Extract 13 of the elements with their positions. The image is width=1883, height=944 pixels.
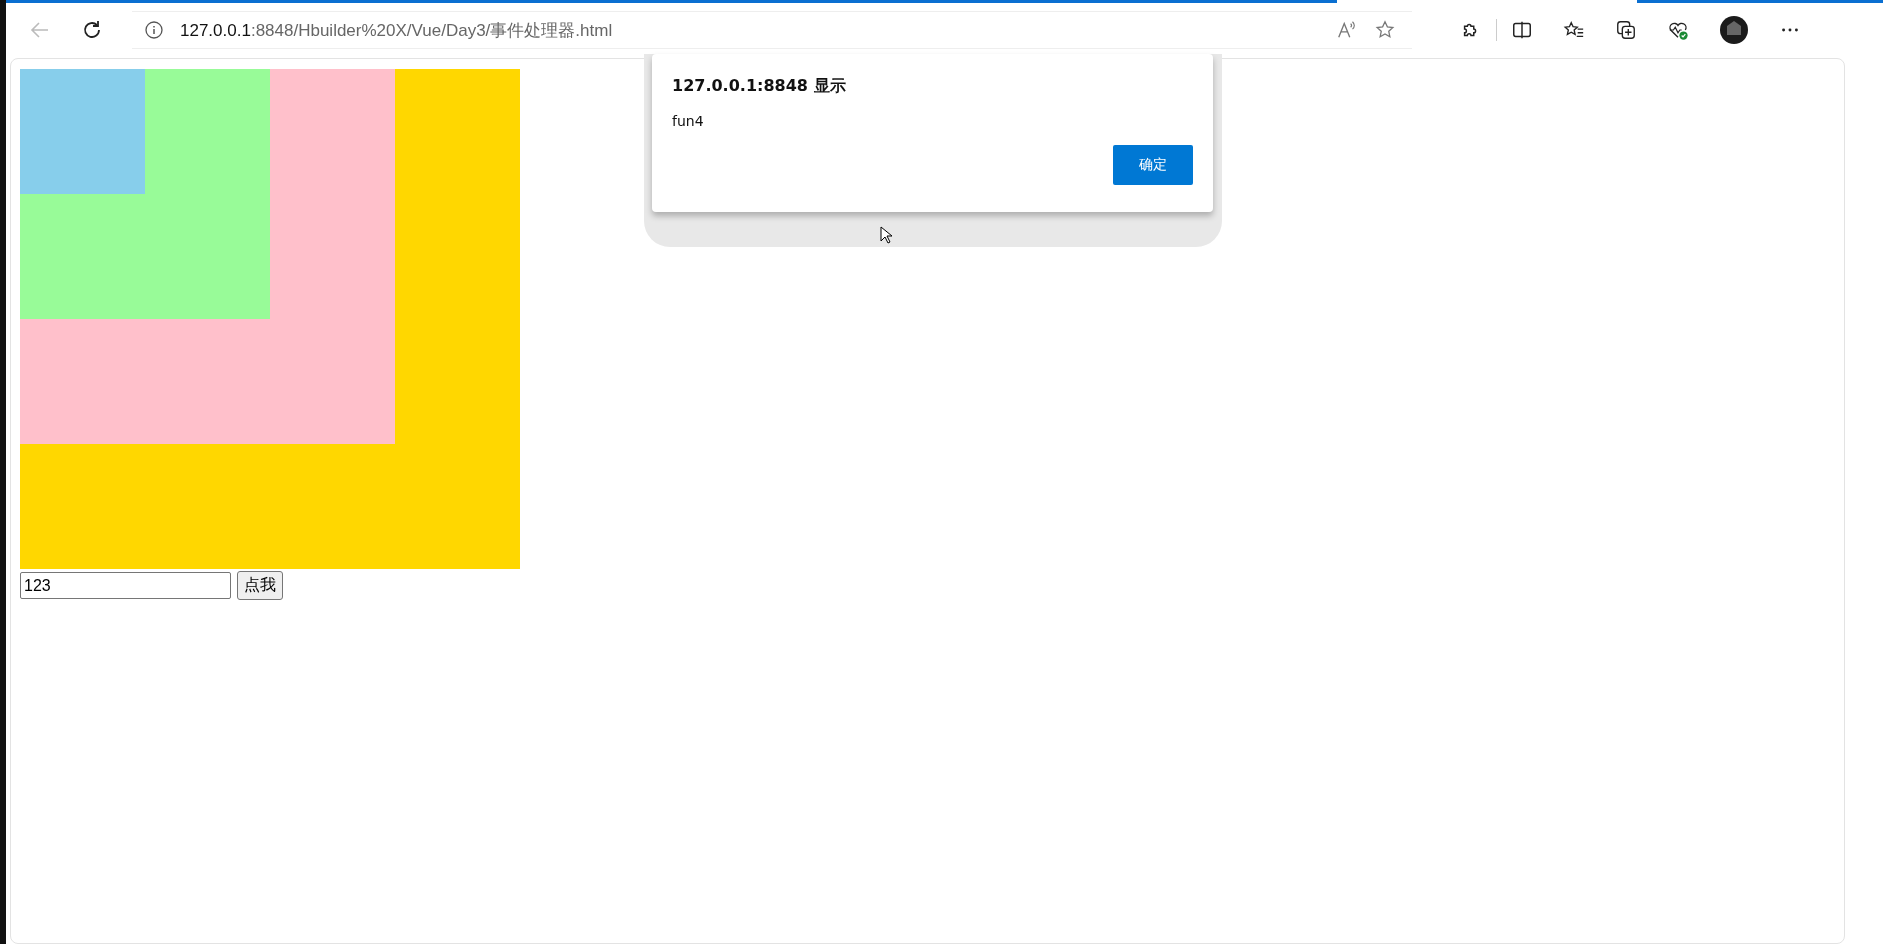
ok-button[interactable]: 确定: [1113, 145, 1193, 185]
dialog-title: 127.0.0.1:8848 显示: [672, 76, 847, 97]
avatar-icon[interactable]: [1719, 15, 1749, 45]
dialog-message: fun4: [672, 113, 705, 129]
collections-icon[interactable]: [1615, 19, 1637, 41]
address-bar[interactable]: 127.0.0.1:8848/Hbuilder%20X/Vue/Day3/事件处理器.html: [132, 11, 1412, 49]
cursor-icon: [880, 226, 892, 244]
split-screen-icon[interactable]: [1511, 19, 1533, 41]
star-icon[interactable]: [1374, 19, 1396, 41]
click-button[interactable]: 点我: [237, 571, 283, 600]
text-input[interactable]: 123: [20, 572, 231, 599]
info-icon[interactable]: [144, 20, 164, 40]
url-text: 127.0.0.1:8848/Hbuilder%20X/Vue/Day3/事件处理器.html: [180, 19, 613, 42]
